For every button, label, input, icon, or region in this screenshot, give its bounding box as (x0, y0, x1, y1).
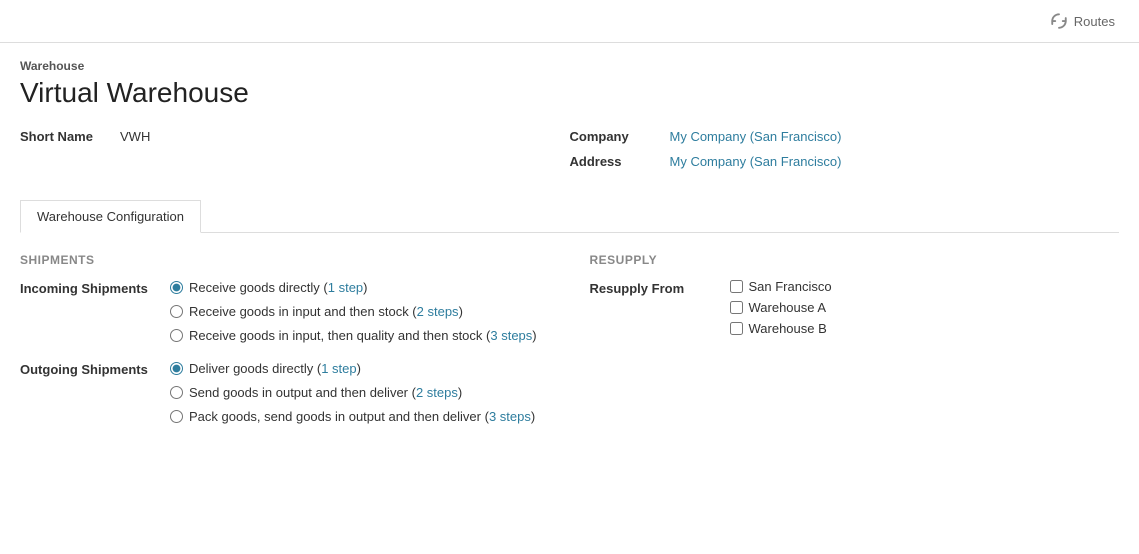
company-label: Company (570, 129, 670, 144)
page-title: Virtual Warehouse (20, 77, 1119, 109)
outgoing-option-1-text: Deliver goods directly (1 step) (189, 360, 361, 378)
company-value[interactable]: My Company (San Francisco) (670, 129, 842, 144)
outgoing-highlight-3: 3 steps (489, 409, 531, 424)
resupply-option-warehouse-b-label: Warehouse B (749, 321, 827, 336)
resupply-option-warehouse-a[interactable]: Warehouse A (730, 300, 832, 315)
incoming-option-2-text: Receive goods in input and then stock (2… (189, 303, 463, 321)
routes-button[interactable]: Routes (1042, 8, 1123, 34)
resupply-field: Resupply From San Francisco Warehouse A (590, 279, 1120, 336)
outgoing-radio-1[interactable] (170, 362, 183, 375)
incoming-shipments-field: Incoming Shipments Receive goods directl… (20, 279, 550, 346)
top-bar: Routes (0, 0, 1139, 43)
config-sections: Shipments Incoming Shipments Receive goo… (20, 253, 1119, 440)
breadcrumb: Warehouse (20, 59, 1119, 73)
incoming-highlight-1: 1 step (328, 280, 363, 295)
resupply-option-san-francisco-label: San Francisco (749, 279, 832, 294)
outgoing-highlight-2: 2 steps (416, 385, 458, 400)
routes-icon (1050, 12, 1068, 30)
outgoing-highlight-1: 1 step (321, 361, 356, 376)
outgoing-option-1[interactable]: Deliver goods directly (1 step) (170, 360, 535, 378)
shipments-section: Shipments Incoming Shipments Receive goo… (20, 253, 550, 440)
resupply-checkbox-san-francisco[interactable] (730, 280, 743, 293)
shipments-heading: Shipments (20, 253, 550, 267)
resupply-options: San Francisco Warehouse A Warehouse B (730, 279, 832, 336)
outgoing-shipments-label: Outgoing Shipments (20, 360, 170, 427)
tab-warehouse-configuration-label: Warehouse Configuration (37, 209, 184, 224)
outgoing-shipments-field: Outgoing Shipments Deliver goods directl… (20, 360, 550, 427)
resupply-section: Resupply Resupply From San Francisco War… (590, 253, 1120, 440)
incoming-option-3-text: Receive goods in input, then quality and… (189, 327, 537, 345)
form-left: Short Name VWH (20, 129, 570, 179)
incoming-shipments-label: Incoming Shipments (20, 279, 170, 346)
address-label: Address (570, 154, 670, 169)
resupply-option-warehouse-b[interactable]: Warehouse B (730, 321, 832, 336)
resupply-checkbox-warehouse-b[interactable] (730, 322, 743, 335)
incoming-option-1-text: Receive goods directly (1 step) (189, 279, 368, 297)
incoming-shipments-options: Receive goods directly (1 step) Receive … (170, 279, 537, 346)
incoming-radio-2[interactable] (170, 305, 183, 318)
section-content: Shipments Incoming Shipments Receive goo… (20, 253, 1119, 440)
outgoing-option-2[interactable]: Send goods in output and then deliver (2… (170, 384, 535, 402)
incoming-option-1[interactable]: Receive goods directly (1 step) (170, 279, 537, 297)
incoming-radio-3[interactable] (170, 329, 183, 342)
resupply-heading: Resupply (590, 253, 1120, 267)
form-right: Company My Company (San Francisco) Addre… (570, 129, 1120, 179)
outgoing-option-3-text: Pack goods, send goods in output and the… (189, 408, 535, 426)
outgoing-shipments-options: Deliver goods directly (1 step) Send goo… (170, 360, 535, 427)
main-content: Warehouse Virtual Warehouse Short Name V… (0, 43, 1139, 456)
incoming-highlight-3: 3 steps (490, 328, 532, 343)
outgoing-radio-3[interactable] (170, 410, 183, 423)
outgoing-radio-2[interactable] (170, 386, 183, 399)
incoming-option-3[interactable]: Receive goods in input, then quality and… (170, 327, 537, 345)
routes-label: Routes (1074, 14, 1115, 29)
short-name-value: VWH (120, 129, 150, 144)
form-fields: Short Name VWH Company My Company (San F… (20, 129, 1119, 179)
company-row: Company My Company (San Francisco) (570, 129, 1120, 144)
outgoing-option-3[interactable]: Pack goods, send goods in output and the… (170, 408, 535, 426)
tabs: Warehouse Configuration (20, 199, 1119, 233)
incoming-option-2[interactable]: Receive goods in input and then stock (2… (170, 303, 537, 321)
incoming-highlight-2: 2 steps (417, 304, 459, 319)
tab-warehouse-configuration[interactable]: Warehouse Configuration (20, 200, 201, 233)
resupply-from-label: Resupply From (590, 279, 710, 336)
resupply-option-warehouse-a-label: Warehouse A (749, 300, 827, 315)
address-value[interactable]: My Company (San Francisco) (670, 154, 842, 169)
outgoing-option-2-text: Send goods in output and then deliver (2… (189, 384, 462, 402)
resupply-option-san-francisco[interactable]: San Francisco (730, 279, 832, 294)
incoming-radio-1[interactable] (170, 281, 183, 294)
short-name-label: Short Name (20, 129, 120, 144)
short-name-row: Short Name VWH (20, 129, 570, 144)
resupply-checkbox-warehouse-a[interactable] (730, 301, 743, 314)
address-row: Address My Company (San Francisco) (570, 154, 1120, 169)
